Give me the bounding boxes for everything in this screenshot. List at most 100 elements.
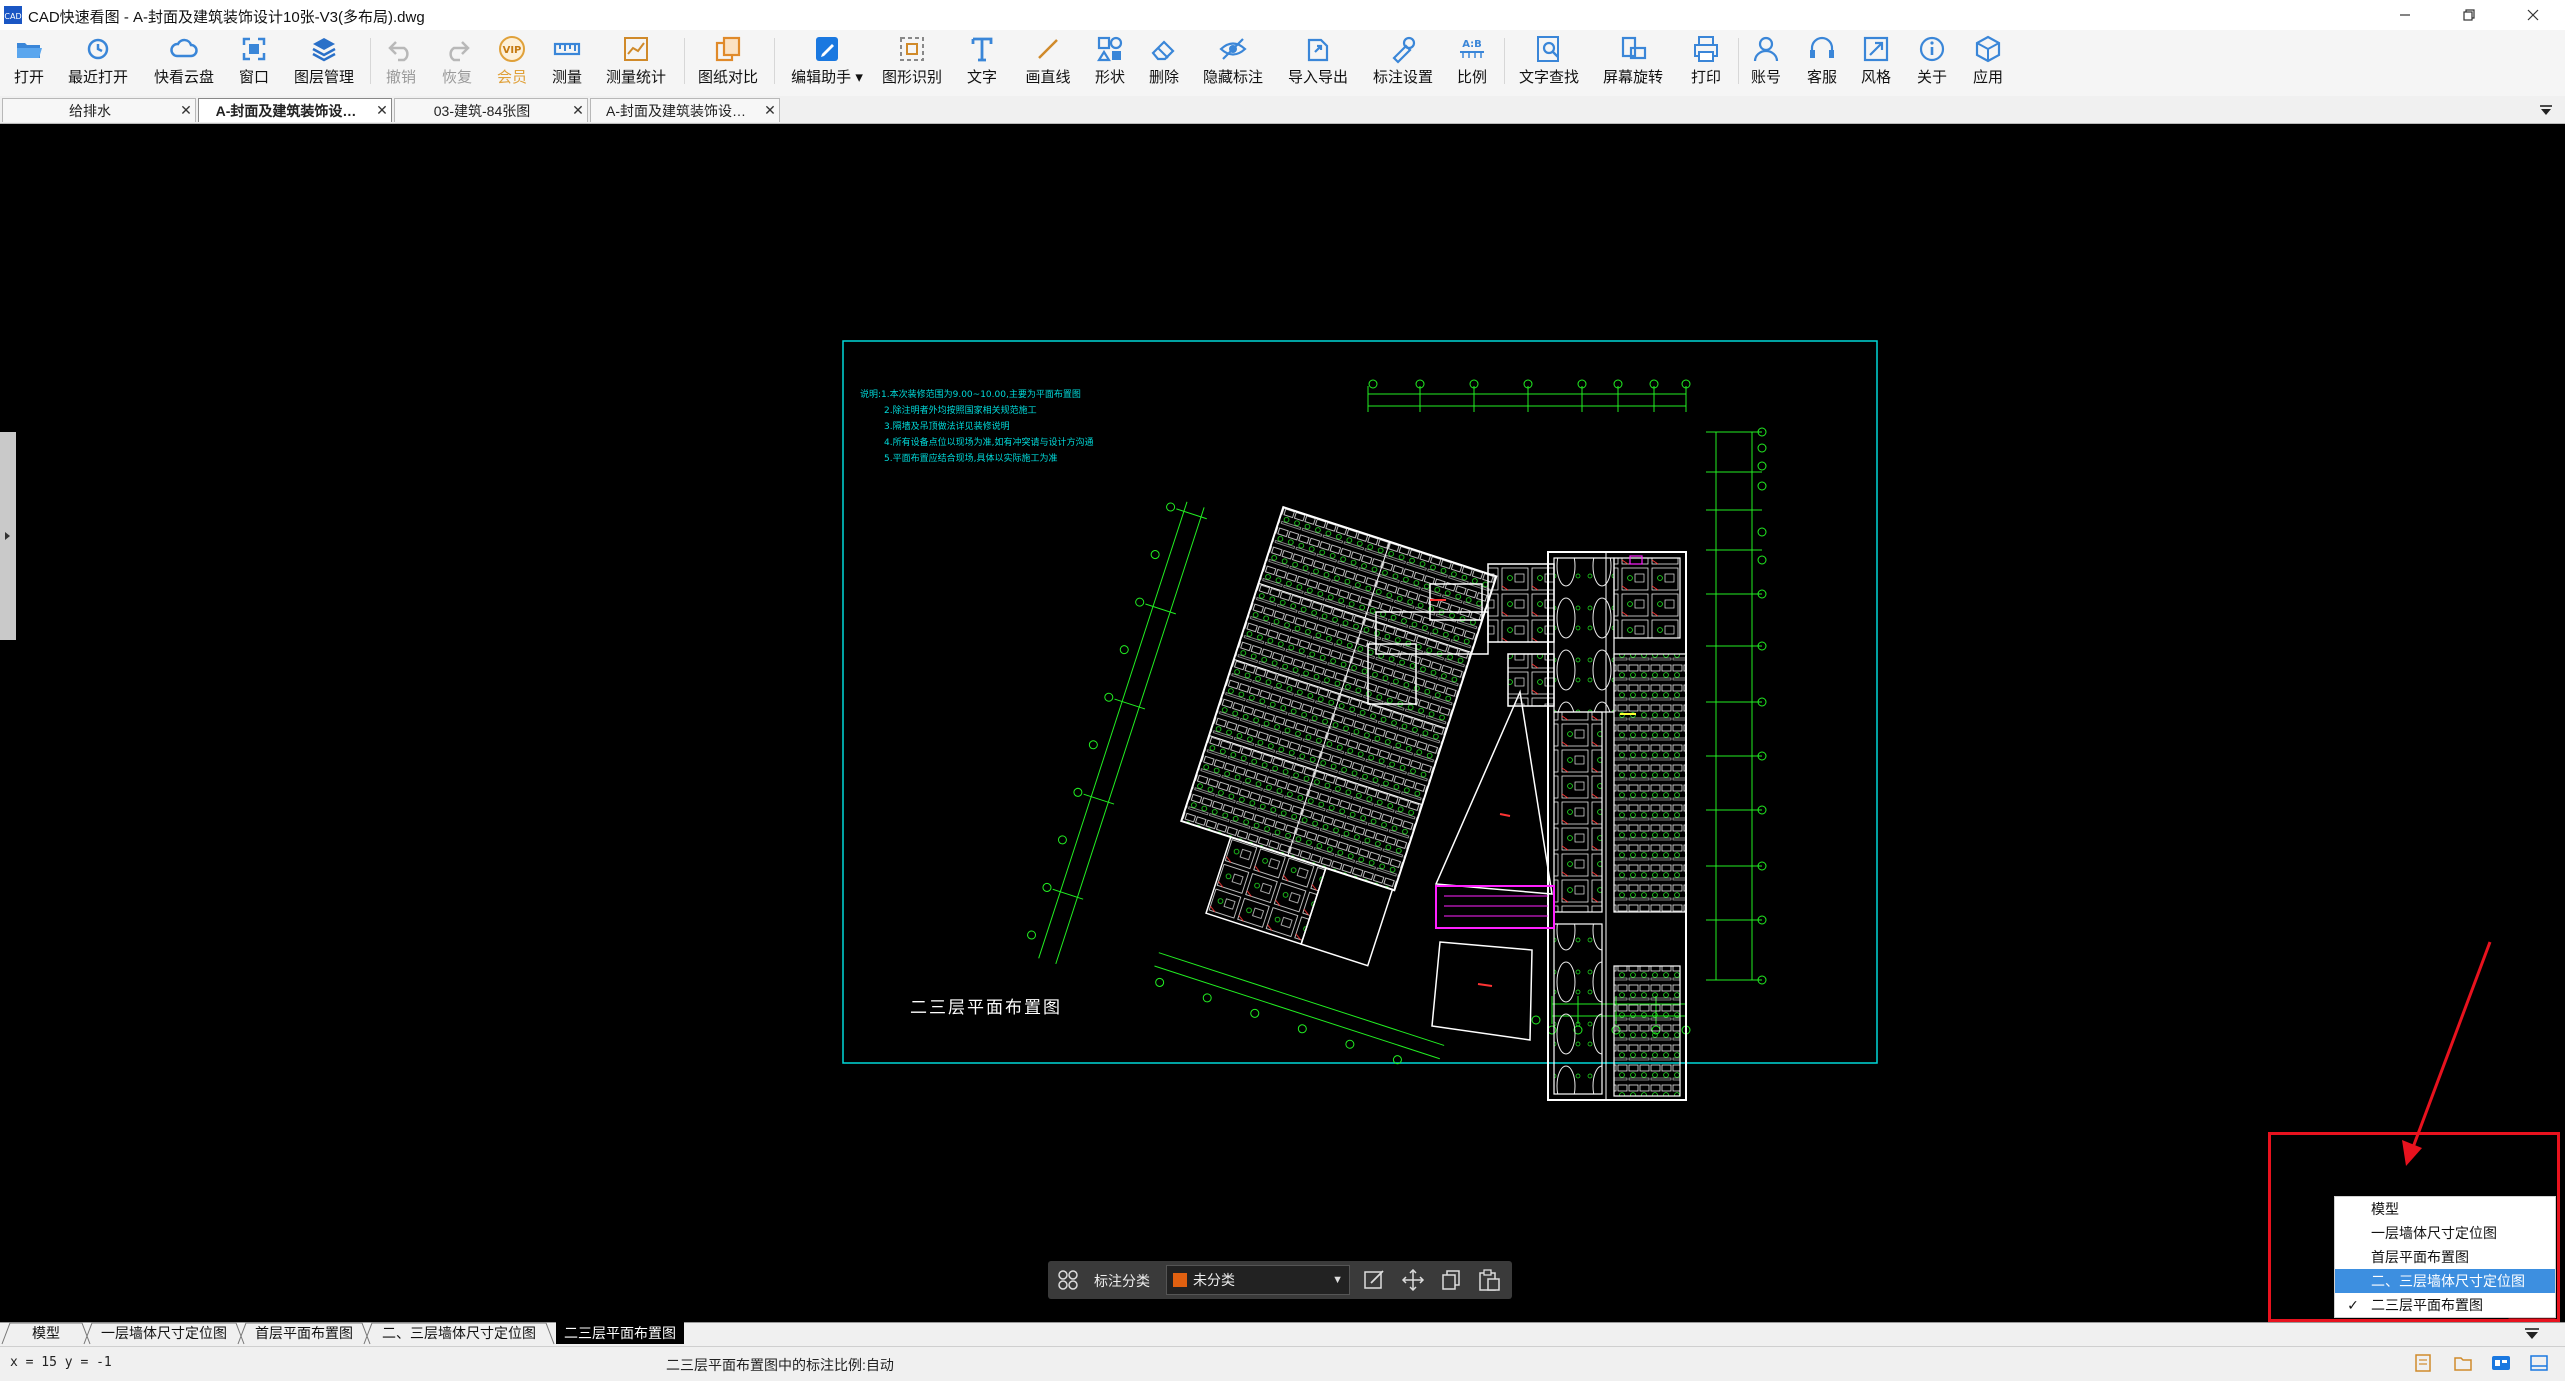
support-button[interactable]: 客服 bbox=[1804, 34, 1840, 90]
grid-apps-button[interactable] bbox=[1056, 1269, 1080, 1291]
status-tool-button[interactable] bbox=[2452, 1352, 2474, 1374]
redo-button[interactable]: 恢复 bbox=[436, 34, 478, 90]
cube-apps-icon bbox=[1975, 35, 2001, 63]
file-tab[interactable]: 03-建筑-84张图 ✕ bbox=[394, 98, 588, 122]
import-export-icon bbox=[1307, 38, 1329, 62]
restore-button[interactable] bbox=[2444, 0, 2494, 30]
apps-button[interactable]: 应用 bbox=[1970, 34, 2006, 90]
layout-menu-item[interactable]: 首层平面布置图 bbox=[2335, 1245, 2555, 1269]
grid-apps-icon bbox=[1058, 1270, 1078, 1290]
edit-annotation-button[interactable] bbox=[1362, 1269, 1388, 1291]
layout-menu-item[interactable]: 模型 bbox=[2335, 1197, 2555, 1221]
about-button[interactable]: 关于 bbox=[1914, 34, 1950, 90]
shapes-icon bbox=[1097, 36, 1123, 62]
rotate-button[interactable]: 屏幕旋转 bbox=[1600, 34, 1666, 90]
top-dimension-chain bbox=[1367, 379, 1691, 412]
import-export-button[interactable]: 导入导出 bbox=[1284, 34, 1352, 90]
undo-button[interactable]: 撤销 bbox=[380, 34, 422, 90]
close-tab-icon[interactable]: ✕ bbox=[373, 102, 391, 119]
delete-button[interactable]: 删除 bbox=[1146, 34, 1182, 90]
status-tool-button[interactable] bbox=[2528, 1352, 2550, 1374]
recent-label: 最近打开 bbox=[67, 69, 128, 86]
style-button[interactable]: 风格 bbox=[1858, 34, 1894, 90]
close-button[interactable] bbox=[2508, 0, 2558, 30]
recent-button[interactable]: 最近打开 bbox=[64, 34, 132, 90]
cloud-button[interactable]: 快看云盘 bbox=[152, 34, 216, 90]
cloud-icon bbox=[170, 38, 198, 58]
tab-overflow-button[interactable] bbox=[2536, 100, 2556, 120]
app-logo-icon: CAD bbox=[4, 6, 22, 24]
window-label: 窗口 bbox=[238, 69, 269, 86]
open-button[interactable]: 打开 bbox=[8, 34, 50, 90]
scale-ratio-icon: A:B bbox=[1460, 39, 1484, 58]
layout-menu-item[interactable]: 一层墙体尺寸定位图 bbox=[2335, 1221, 2555, 1245]
layers-button[interactable]: 图层管理 bbox=[292, 34, 356, 90]
window-button[interactable]: 窗口 bbox=[236, 34, 272, 90]
svg-text:VIP: VIP bbox=[503, 45, 522, 56]
move-arrows-icon bbox=[1401, 1268, 1425, 1292]
measure-stats-button[interactable]: 测量统计 bbox=[602, 34, 670, 90]
layout-menu-item-highlighted[interactable]: 二、三层墙体尺寸定位图 bbox=[2335, 1269, 2555, 1293]
move-annotation-button[interactable] bbox=[1400, 1268, 1426, 1292]
close-tab-icon[interactable]: ✕ bbox=[761, 102, 779, 119]
file-tab[interactable]: A-封面及建筑装饰设… ✕ bbox=[590, 98, 780, 122]
shape-recognition-icon bbox=[900, 37, 924, 61]
file-tab-active[interactable]: A-封面及建筑装饰设… ✕ bbox=[198, 98, 392, 122]
text-label: 文字 bbox=[966, 69, 997, 86]
layout-tab[interactable]: 模型 bbox=[10, 1322, 82, 1344]
cloud-label: 快看云盘 bbox=[153, 69, 214, 86]
annotation-category-select[interactable]: 未分类 ▼ bbox=[1166, 1265, 1350, 1295]
account-button[interactable]: 账号 bbox=[1748, 34, 1784, 90]
compare-button[interactable]: 图纸对比 bbox=[696, 34, 760, 90]
layout-tab[interactable]: 首层平面布置图 bbox=[246, 1322, 362, 1344]
shape-recognition-button[interactable]: 图形识别 bbox=[880, 34, 944, 90]
edit-document-icon bbox=[816, 37, 838, 61]
file-tab[interactable]: 给排水 ✕ bbox=[2, 98, 196, 122]
atrium bbox=[1431, 689, 1553, 1041]
minimize-button[interactable] bbox=[2380, 0, 2430, 30]
eraser-icon bbox=[1151, 40, 1175, 61]
layout-tab-active[interactable]: 二三层平面布置图 bbox=[556, 1322, 684, 1344]
status-tool-button[interactable] bbox=[2490, 1352, 2512, 1374]
rotate-label: 屏幕旋转 bbox=[1602, 69, 1663, 86]
layout-list-button[interactable] bbox=[2513, 1324, 2551, 1344]
edit-assistant-button[interactable]: 编辑助手 ▾ bbox=[786, 34, 868, 90]
style-label: 风格 bbox=[1860, 69, 1891, 86]
measure-button[interactable]: 测量 bbox=[546, 34, 588, 90]
close-tab-icon[interactable]: ✕ bbox=[177, 102, 195, 119]
chevron-down-icon: ▼ bbox=[1332, 1274, 1343, 1286]
shape-button[interactable]: 形状 bbox=[1090, 34, 1130, 90]
paste-annotation-button[interactable] bbox=[1476, 1269, 1502, 1291]
print-label: 打印 bbox=[1690, 69, 1721, 86]
scale-button[interactable]: A:B 比例 bbox=[1454, 34, 1490, 90]
minimize-icon bbox=[2400, 14, 2410, 16]
cad-drawing: 说明:1.本次装修范围为9.00~10.00,主要为平面布置图 2.除注明者外均… bbox=[842, 340, 1878, 1101]
vip-button[interactable]: VIP 会员 bbox=[492, 34, 532, 90]
text-button[interactable]: 文字 bbox=[964, 34, 1000, 90]
status-tool-button[interactable] bbox=[2412, 1352, 2434, 1374]
eye-hidden-icon bbox=[1219, 38, 1247, 60]
copy-annotation-button[interactable] bbox=[1438, 1269, 1464, 1291]
clock-history-icon bbox=[87, 38, 109, 60]
text-search-button[interactable]: 文字查找 bbox=[1516, 34, 1582, 90]
annotation-settings-button[interactable]: 标注设置 bbox=[1370, 34, 1436, 90]
paste-icon bbox=[1479, 1269, 1500, 1291]
print-button[interactable]: 打印 bbox=[1688, 34, 1724, 90]
file-tab-label: 给排水 bbox=[69, 102, 111, 119]
layout-tab[interactable]: 二、三层墙体尺寸定位图 bbox=[372, 1322, 546, 1344]
layout-menu-item-selected[interactable]: ✓ 二三层平面布置图 bbox=[2335, 1293, 2555, 1317]
file-tab-label: A-封面及建筑装饰设… bbox=[606, 102, 746, 119]
drawing-note: 3.隔墙及吊顶做法详见装修说明 bbox=[884, 420, 1010, 432]
close-tab-icon[interactable]: ✕ bbox=[569, 102, 587, 119]
layout-menu-item-label: 模型 bbox=[2371, 1201, 2399, 1217]
layout-tab[interactable]: 一层墙体尺寸定位图 bbox=[92, 1322, 236, 1344]
edit-assistant-label: 编辑助手 ▾ bbox=[791, 69, 863, 86]
line-label: 画直线 bbox=[1025, 69, 1071, 86]
hide-annotation-button[interactable]: 隐藏标注 bbox=[1200, 34, 1266, 90]
right-dimension-chain bbox=[1706, 427, 1767, 985]
line-button[interactable]: 画直线 bbox=[1022, 34, 1074, 90]
undo-icon bbox=[388, 41, 409, 62]
chart-stats-icon bbox=[624, 37, 648, 61]
copy-icon bbox=[1442, 1270, 1460, 1290]
redo-icon bbox=[449, 41, 470, 62]
